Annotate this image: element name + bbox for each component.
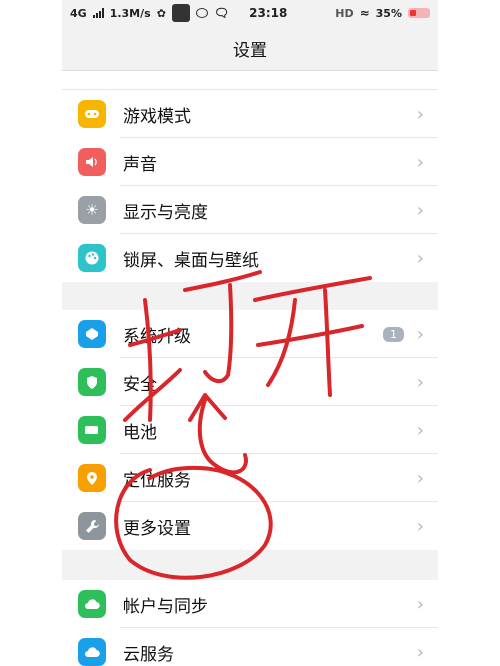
upgrade-icon: [78, 320, 106, 348]
group-separator: [62, 282, 438, 310]
settings-item-label: 系统升级: [123, 326, 191, 347]
account-sync-icon: [78, 590, 106, 618]
notification-square-icon: [171, 4, 190, 22]
sun-icon: ☀: [78, 196, 106, 224]
chevron-right-icon: ›: [416, 371, 424, 393]
chevron-right-icon: ›: [416, 593, 424, 615]
settings-item-location[interactable]: 定位服务 ›: [62, 454, 438, 502]
settings-item-cloud-service[interactable]: 云服务 ›: [62, 628, 438, 666]
settings-item-label: 游戏模式: [123, 106, 191, 127]
chevron-right-icon: ›: [416, 641, 424, 663]
chevron-right-icon: ›: [416, 151, 424, 173]
message-icon: 🗨: [213, 6, 230, 20]
gamepad-icon: [78, 100, 106, 128]
partial-row: [62, 71, 438, 90]
settings-item-display[interactable]: ☀ 显示与亮度 ›: [62, 186, 438, 234]
settings-item-label: 显示与亮度: [123, 202, 208, 223]
palette-icon: [78, 244, 106, 272]
chevron-right-icon: ›: [416, 199, 424, 221]
settings-item-label: 安全: [123, 374, 157, 395]
chevron-right-icon: ›: [416, 247, 424, 269]
settings-group-2: 系统升级 1 › 安全 › 电池 › 定位服务 › 更多设置 ›: [62, 310, 438, 550]
status-bar: 4G 1.3M/s ✿ 🗨 23:18 HD ≈ 35%: [62, 0, 438, 26]
chevron-right-icon: ›: [416, 103, 424, 125]
settings-item-label: 云服务: [123, 644, 174, 665]
settings-item-label: 电池: [123, 422, 157, 443]
settings-item-label: 锁屏、桌面与壁纸: [123, 250, 259, 271]
battery-icon: [78, 416, 106, 444]
settings-item-label: 声音: [123, 154, 157, 175]
signal-icon: [92, 8, 104, 18]
chevron-right-icon: ›: [416, 323, 424, 345]
chevron-right-icon: ›: [416, 467, 424, 489]
clock: 23:18: [249, 6, 288, 20]
cloud-icon: [78, 638, 106, 666]
settings-item-account-sync[interactable]: 帐户与同步 ›: [62, 580, 438, 628]
network-speed: 1.3M/s: [109, 6, 151, 20]
settings-item-label: 帐户与同步: [123, 596, 208, 617]
settings-item-security[interactable]: 安全 ›: [62, 358, 438, 406]
battery-icon: [408, 8, 430, 18]
settings-item-label: 更多设置: [123, 518, 191, 539]
settings-item-system-upgrade[interactable]: 系统升级 1 ›: [62, 310, 438, 358]
settings-item-battery[interactable]: 电池 ›: [62, 406, 438, 454]
settings-item-more-settings[interactable]: 更多设置 ›: [62, 502, 438, 550]
settings-group-3: 帐户与同步 › 云服务 ›: [62, 580, 438, 666]
settings-item-game-mode[interactable]: 游戏模式 ›: [62, 90, 438, 138]
phone-screen: 4G 1.3M/s ✿ 🗨 23:18 HD ≈ 35% 设置 游戏模式 › 声…: [62, 0, 438, 666]
settings-item-wallpaper[interactable]: 锁屏、桌面与壁纸 ›: [62, 234, 438, 282]
battery-percent: 35%: [375, 6, 402, 20]
network-type: 4G: [70, 6, 87, 20]
settings-item-sound[interactable]: 声音 ›: [62, 138, 438, 186]
chevron-right-icon: ›: [416, 419, 424, 441]
shield-icon: [78, 368, 106, 396]
settings-group-1: 游戏模式 › 声音 › ☀ 显示与亮度 › 锁屏、桌面与壁纸 ›: [62, 90, 438, 282]
chevron-right-icon: ›: [416, 515, 424, 537]
page-title: 设置: [233, 40, 267, 61]
group-separator: [62, 550, 438, 580]
page-title-bar: 设置: [62, 26, 438, 71]
wrench-icon: [78, 512, 106, 540]
speaker-icon: [78, 148, 106, 176]
settings-item-label: 定位服务: [123, 470, 191, 491]
notification-app-icon: ✿: [156, 6, 166, 20]
notification-face-icon: [195, 8, 208, 18]
wifi-icon: ≈: [359, 6, 370, 20]
hd-indicator: HD: [335, 6, 354, 20]
update-count-badge: 1: [383, 326, 404, 342]
location-icon: [78, 464, 106, 492]
